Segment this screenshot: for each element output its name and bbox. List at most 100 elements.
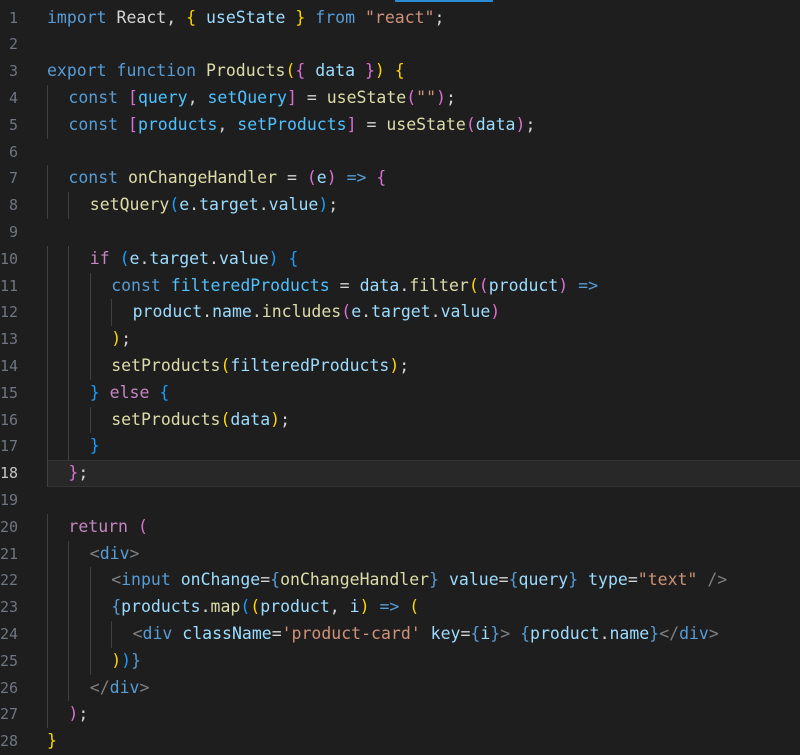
code-token: </ [659, 624, 680, 643]
code-token: else [109, 382, 150, 402]
code-token: const [68, 88, 119, 107]
code-line[interactable]: 4 const [query, setQuery] = useState(""); [0, 85, 800, 112]
indent-guide [47, 353, 48, 380]
indent-guide [68, 647, 70, 675]
code-token: data [315, 61, 356, 81]
code-token: { [394, 61, 405, 81]
code-token: setQuery [89, 195, 170, 215]
code-token: . [202, 302, 213, 322]
code-line[interactable]: 13); [0, 326, 800, 353]
code-token: onChangeHandler [128, 168, 278, 188]
code-line[interactable]: 26 </div> [0, 674, 800, 702]
code-line[interactable]: 17} [0, 433, 800, 461]
code-line[interactable]: 6 [0, 139, 800, 166]
code-token: , [217, 114, 238, 134]
code-token: type [588, 570, 628, 590]
code-token: ( [169, 195, 180, 215]
code-token: } [131, 650, 141, 670]
code-token: data [475, 114, 516, 134]
code-line[interactable]: 28} [0, 728, 800, 755]
code-line[interactable]: 24 <div className='product-card' key={i}>… [0, 621, 800, 648]
code-text: setProducts(data); [111, 407, 290, 434]
code-line[interactable]: 16 setProducts(data); [0, 406, 800, 434]
indent-guide [68, 674, 70, 702]
indent-guide [47, 674, 48, 702]
code-token: data [230, 409, 271, 429]
indent-guide [47, 111, 48, 139]
code-line[interactable]: 22 <input onChange={onChangeHandler} valu… [0, 567, 800, 595]
code-line[interactable]: 10 if (e.target.value) { [0, 245, 800, 273]
code-editor[interactable]: 1 import React, { useState } from "react"… [0, 0, 800, 755]
line-number: 22 [0, 571, 19, 590]
indent-guide [68, 272, 70, 300]
code-line[interactable]: 15} else { [0, 379, 800, 407]
code-token: div [99, 543, 130, 563]
code-text: const onChangeHandler = (e) => { [68, 165, 386, 192]
code-line[interactable]: 14 setProducts(filteredProducts); [0, 353, 800, 380]
code-token: { [470, 624, 481, 643]
code-text: } [90, 433, 100, 460]
code-token: name [212, 302, 252, 322]
code-token: } [295, 7, 306, 27]
code-token: product [530, 624, 600, 643]
line-number: 26 [0, 678, 19, 697]
code-token: setProducts [237, 114, 347, 134]
code-line[interactable]: 12 product.name.includes(e.target.value) [0, 299, 800, 327]
indent-guide [47, 540, 48, 568]
code-line[interactable]: 8 setQuery(e.target.value); [0, 192, 800, 219]
code-token: name [609, 624, 650, 643]
code-token: < [132, 624, 143, 643]
code-token: e [316, 168, 327, 188]
code-token: ( [409, 597, 420, 617]
code-line[interactable]: 23 {products.map((product, i) => ( [0, 594, 800, 621]
indent-guide [68, 433, 70, 461]
code-token: products [137, 114, 218, 134]
code-line[interactable]: 2 [0, 31, 800, 58]
code-token: > [129, 543, 140, 563]
code-token: } [364, 61, 375, 81]
code-text: product.name.includes(e.target.value) [133, 299, 501, 326]
indent-guide [68, 594, 70, 621]
code-token: import [47, 7, 107, 27]
code-token: data [359, 275, 400, 295]
code-line[interactable]: 25))} [0, 647, 800, 675]
code-line[interactable]: 1 import React, { useState } from "react"… [0, 5, 800, 32]
code-line[interactable]: 21 <div> [0, 540, 800, 568]
code-token: filteredProducts [230, 356, 390, 375]
code-token: . [599, 624, 610, 643]
code-line[interactable]: 20 return ( [0, 513, 800, 541]
indent-guide [47, 379, 48, 407]
code-token: [ [128, 114, 138, 134]
code-token: } [89, 436, 100, 456]
code-token: setProducts [111, 409, 221, 429]
code-line[interactable]: 27); [0, 701, 800, 729]
code-line[interactable]: 11 const filteredProducts = data.filter((… [0, 272, 800, 300]
indent-guide [47, 594, 48, 621]
code-token: { [520, 624, 531, 643]
code-line[interactable]: 19 [0, 487, 800, 514]
code-token: ( [285, 61, 296, 81]
line-number: 21 [0, 544, 19, 563]
code-line[interactable]: 3 export function Products({ data }) { [0, 58, 800, 85]
indent-guide [68, 567, 70, 595]
code-text: setQuery(e.target.value); [90, 192, 338, 219]
code-token: ( [137, 516, 148, 536]
code-line[interactable]: 7 const onChangeHandler = (e) => { [0, 165, 800, 193]
code-token: { [295, 61, 306, 81]
line-number: 8 [8, 196, 18, 215]
code-token: useState [386, 114, 466, 134]
code-line-active[interactable]: 18}; [0, 460, 800, 487]
code-text: } else { [90, 380, 170, 407]
code-token: . [361, 302, 372, 322]
active-tab-indicator [395, 0, 493, 2]
code-line[interactable]: 5 const [products, setProducts] = useStat… [0, 111, 800, 139]
code-line[interactable]: 9 [0, 219, 800, 246]
code-token: ( [119, 248, 130, 268]
